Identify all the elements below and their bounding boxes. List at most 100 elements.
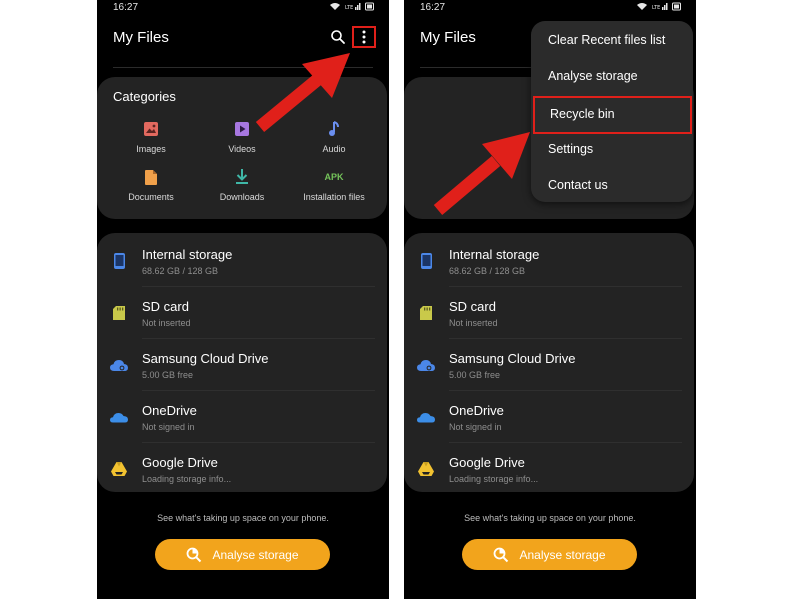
storage-row-google-drive[interactable]: Google Drive Loading storage info... <box>97 445 387 495</box>
row-divider <box>449 286 682 287</box>
onedrive-icon <box>110 408 128 426</box>
storage-detail: Not signed in <box>449 422 502 432</box>
search-icon[interactable] <box>330 29 346 45</box>
row-divider <box>142 338 375 339</box>
menu-item-contact-us[interactable]: Contact us <box>531 167 693 203</box>
storage-detail: Not signed in <box>142 422 195 432</box>
storage-card: Internal storage 68.62 GB / 128 GB SD ca… <box>404 233 694 492</box>
menu-item-analyse-storage[interactable]: Analyse storage <box>531 58 693 94</box>
storage-detail: Not inserted <box>142 318 191 328</box>
images-icon <box>141 119 161 139</box>
status-bar: 16:27 LTE <box>97 0 389 16</box>
storage-row-onedrive[interactable]: OneDrive Not signed in <box>97 393 387 443</box>
cloud-icon <box>417 356 435 374</box>
row-divider <box>449 338 682 339</box>
row-divider <box>449 390 682 391</box>
app-title: My Files <box>113 29 169 46</box>
category-label: Images <box>136 144 166 154</box>
app-title: My Files <box>420 29 476 46</box>
wifi-icon <box>330 3 340 10</box>
storage-name: Internal storage <box>449 247 540 262</box>
apk-icon: APK <box>324 172 344 182</box>
storage-row-sd-card[interactable]: SD card Not inserted <box>97 289 387 339</box>
category-label: Audio <box>322 144 346 154</box>
status-time: 16:27 <box>420 2 446 13</box>
storage-row-sd-card[interactable]: SD card Not inserted <box>404 289 694 339</box>
sd-card-icon <box>110 304 128 322</box>
analyse-storage-button[interactable]: Analyse storage <box>155 539 330 570</box>
battery-icon <box>365 2 374 11</box>
category-documents[interactable]: Documents <box>103 167 199 202</box>
menu-item-label: Clear Recent files list <box>548 33 666 47</box>
status-time: 16:27 <box>113 2 139 13</box>
storage-detail: 68.62 GB / 128 GB <box>142 266 219 276</box>
videos-icon <box>232 119 252 139</box>
phone-screen-right: 16:27 LTE My Files Internal storage 68.6… <box>404 0 696 599</box>
storage-hint: See what's taking up space on your phone… <box>464 513 636 523</box>
phone-icon <box>417 252 435 270</box>
status-icons: LTE <box>636 2 682 11</box>
storage-name: Google Drive <box>449 455 525 470</box>
storage-row-samsung-cloud[interactable]: Samsung Cloud Drive 5.00 GB free <box>97 341 387 391</box>
overflow-menu: Clear Recent files list Analyse storage … <box>531 21 693 202</box>
more-vertical-icon <box>362 30 366 44</box>
storage-name: OneDrive <box>449 403 504 418</box>
category-label: Videos <box>228 144 256 154</box>
menu-item-recycle-bin[interactable]: Recycle bin <box>533 96 692 134</box>
wifi-icon <box>637 3 647 10</box>
storage-detail: 5.00 GB free <box>449 370 501 380</box>
menu-item-label: Recycle bin <box>550 107 615 121</box>
red-arrow-pointer <box>433 132 530 215</box>
category-downloads[interactable]: Downloads <box>194 167 290 202</box>
category-label: Downloads <box>219 192 265 202</box>
storage-name: Internal storage <box>142 247 233 262</box>
category-installation-files[interactable]: APK Installation files <box>286 167 382 202</box>
cloud-icon <box>110 356 128 374</box>
phone-screen-left: 16:27 LTE My Files Categories Images Vid <box>97 0 389 599</box>
documents-icon <box>141 167 161 187</box>
status-bar: 16:27 LTE <box>404 0 696 16</box>
storage-row-internal[interactable]: Internal storage 68.62 GB / 128 GB <box>97 237 387 287</box>
battery-icon <box>672 2 681 11</box>
menu-item-label: Settings <box>548 142 594 156</box>
storage-name: SD card <box>449 299 496 314</box>
menu-item-clear-recent[interactable]: Clear Recent files list <box>531 22 693 58</box>
menu-item-settings[interactable]: Settings <box>531 131 693 167</box>
storage-card: Internal storage 68.62 GB / 128 GB SD ca… <box>97 233 387 492</box>
storage-row-samsung-cloud[interactable]: Samsung Cloud Drive 5.00 GB free <box>404 341 694 391</box>
more-options-button[interactable] <box>352 26 376 48</box>
storage-row-internal[interactable]: Internal storage 68.62 GB / 128 GB <box>404 237 694 287</box>
storage-name: OneDrive <box>142 403 197 418</box>
sd-card-icon <box>417 304 435 322</box>
analyse-storage-button[interactable]: Analyse storage <box>462 539 637 570</box>
categories-title: Categories <box>113 89 176 104</box>
row-divider <box>142 390 375 391</box>
storage-row-onedrive[interactable]: OneDrive Not signed in <box>404 393 694 443</box>
downloads-icon <box>232 167 252 187</box>
storage-row-google-drive[interactable]: Google Drive Loading storage info... <box>404 445 694 495</box>
analyse-button-label: Analyse storage <box>519 547 606 562</box>
google-drive-icon <box>110 460 128 478</box>
category-label: Documents <box>128 192 174 202</box>
network-icon: LTE <box>345 3 361 11</box>
analyse-icon <box>494 547 509 562</box>
menu-item-label: Contact us <box>548 178 608 192</box>
google-drive-icon <box>417 460 435 478</box>
onedrive-icon <box>417 408 435 426</box>
analyse-icon <box>187 547 202 562</box>
storage-detail: Loading storage info... <box>449 474 539 484</box>
storage-detail: Not inserted <box>449 318 498 328</box>
category-images[interactable]: Images <box>103 119 199 154</box>
svg-text:LTE: LTE <box>652 5 660 11</box>
menu-item-label: Analyse storage <box>548 69 638 83</box>
svg-text:LTE: LTE <box>345 5 353 11</box>
analyse-button-label: Analyse storage <box>212 547 299 562</box>
storage-name: Samsung Cloud Drive <box>449 351 576 366</box>
red-arrow-pointer <box>255 53 350 133</box>
row-divider <box>142 442 375 443</box>
row-divider <box>142 286 375 287</box>
network-icon: LTE <box>652 3 668 11</box>
storage-detail: 5.00 GB free <box>142 370 194 380</box>
row-divider <box>449 442 682 443</box>
status-icons: LTE <box>329 2 375 11</box>
